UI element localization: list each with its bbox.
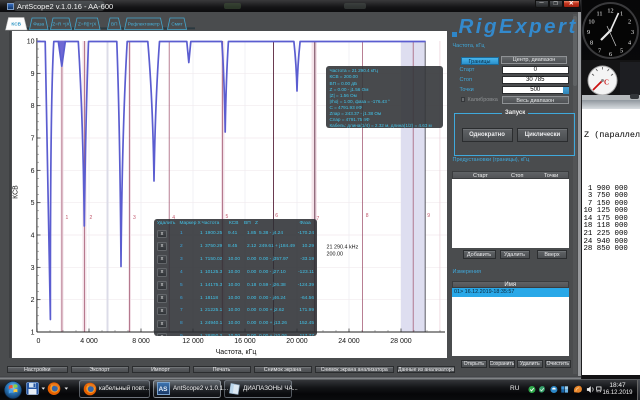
svg-text:200.00: 200.00 (327, 252, 344, 258)
svg-text:Смит: Смит (171, 22, 183, 27)
svg-text:8 000: 8 000 (132, 338, 150, 345)
svg-text:11: 11 (597, 11, 603, 18)
svg-text:12 000: 12 000 (182, 338, 204, 345)
svg-text:2: 2 (31, 297, 35, 304)
svg-text:0: 0 (37, 338, 41, 345)
svg-text:Фаза: Фаза (33, 22, 44, 27)
svg-text:9: 9 (31, 71, 35, 78)
svg-text:КСВ: КСВ (11, 22, 21, 27)
svg-text:8: 8 (590, 40, 593, 47)
svg-text:7: 7 (31, 136, 35, 143)
svg-text:2: 2 (90, 215, 93, 221)
svg-text:Рефлектометр: Рефлектометр (128, 22, 160, 27)
svg-text:20 000: 20 000 (286, 338, 308, 345)
svg-text:Z=R||+jX: Z=R||+jX (78, 22, 97, 27)
svg-text:8: 8 (31, 103, 35, 110)
svg-text:3: 3 (631, 29, 634, 36)
svg-text:Z=R +jX: Z=R +jX (52, 22, 70, 27)
svg-text:7: 7 (598, 48, 601, 55)
svg-text:2: 2 (628, 19, 631, 26)
svg-text:ВП: ВП (111, 22, 118, 27)
svg-text:12: 12 (607, 8, 613, 15)
svg-text:6: 6 (609, 51, 612, 58)
svg-text:1: 1 (66, 215, 69, 221)
svg-text:4: 4 (628, 40, 631, 47)
svg-text:28 000: 28 000 (390, 338, 412, 345)
svg-text:8: 8 (366, 213, 369, 219)
svg-text:9: 9 (587, 29, 590, 36)
svg-text:1: 1 (31, 330, 35, 337)
svg-text:10: 10 (27, 39, 35, 46)
svg-text:КСВ: КСВ (13, 185, 20, 199)
svg-text:6: 6 (31, 168, 35, 175)
svg-text:Частота, кГц: Частота, кГц (216, 349, 257, 356)
svg-text:21 290.4 kHz: 21 290.4 kHz (327, 245, 359, 251)
svg-text:4: 4 (31, 233, 35, 240)
svg-text:5: 5 (620, 48, 623, 55)
svg-text:3: 3 (133, 215, 136, 221)
svg-text:10: 10 (588, 19, 594, 26)
svg-text:1: 1 (620, 11, 623, 18)
svg-text:24 000: 24 000 (338, 338, 360, 345)
svg-text:5: 5 (31, 200, 35, 207)
svg-text:C: C (604, 79, 609, 87)
svg-text:9: 9 (427, 213, 430, 219)
svg-text:16 000: 16 000 (234, 338, 256, 345)
svg-text:4 000: 4 000 (80, 338, 98, 345)
svg-text:3: 3 (31, 265, 35, 272)
